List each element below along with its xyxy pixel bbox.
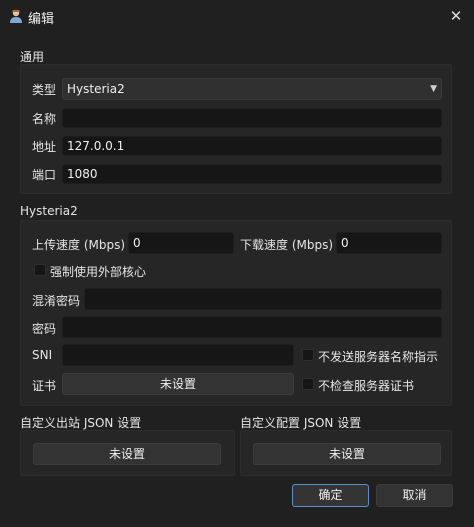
obfs-password-input[interactable]	[84, 288, 442, 310]
type-label: 类型	[32, 83, 57, 97]
password-input[interactable]	[62, 316, 442, 338]
name-input[interactable]	[62, 108, 442, 128]
outbound-json-button[interactable]: 未设置	[33, 443, 221, 465]
outbound-json-group-title: 自定义出站 JSON 设置	[20, 416, 142, 430]
skip-cert-check-checkbox[interactable]	[302, 378, 314, 390]
skip-cert-check-label: 不检查服务器证书	[318, 379, 415, 393]
password-label: 密码	[32, 322, 57, 336]
type-select[interactable]: Hysteria2 ▼	[62, 78, 442, 100]
cert-label: 证书	[32, 379, 57, 393]
sni-input[interactable]	[62, 344, 294, 366]
cancel-button[interactable]: 取消	[376, 484, 453, 507]
no-sni-label: 不发送服务器名称指示	[318, 350, 439, 364]
name-label: 名称	[32, 112, 57, 126]
config-json-group-title: 自定义配置 JSON 设置	[240, 416, 362, 430]
download-speed-input[interactable]	[336, 232, 442, 254]
app-icon	[10, 9, 22, 23]
sni-label: SNI	[32, 348, 53, 362]
ok-button[interactable]: 确定	[292, 484, 369, 507]
general-group-title: 通用	[20, 50, 45, 64]
chevron-down-icon: ▼	[430, 84, 437, 94]
type-select-value: Hysteria2	[67, 82, 125, 96]
upload-speed-input[interactable]	[128, 232, 234, 254]
no-sni-checkbox[interactable]	[302, 349, 314, 361]
cert-button[interactable]: 未设置	[62, 373, 294, 395]
hysteria2-group-title: Hysteria2	[20, 204, 78, 218]
close-icon[interactable]: ✕	[444, 4, 468, 28]
obfs-password-label: 混淆密码	[32, 294, 81, 308]
force-external-core-label: 强制使用外部核心	[50, 265, 147, 279]
upload-speed-label: 上传速度 (Mbps)	[32, 238, 126, 252]
download-speed-label: 下载速度 (Mbps)	[240, 238, 334, 252]
port-input[interactable]	[62, 164, 442, 184]
title-bar: 编辑 ✕	[0, 0, 474, 32]
force-external-core-checkbox[interactable]	[34, 264, 46, 276]
window-title: 编辑	[28, 12, 55, 27]
config-json-button[interactable]: 未设置	[253, 443, 441, 465]
address-label: 地址	[32, 140, 57, 154]
address-input[interactable]	[62, 136, 442, 156]
port-label: 端口	[32, 168, 57, 182]
